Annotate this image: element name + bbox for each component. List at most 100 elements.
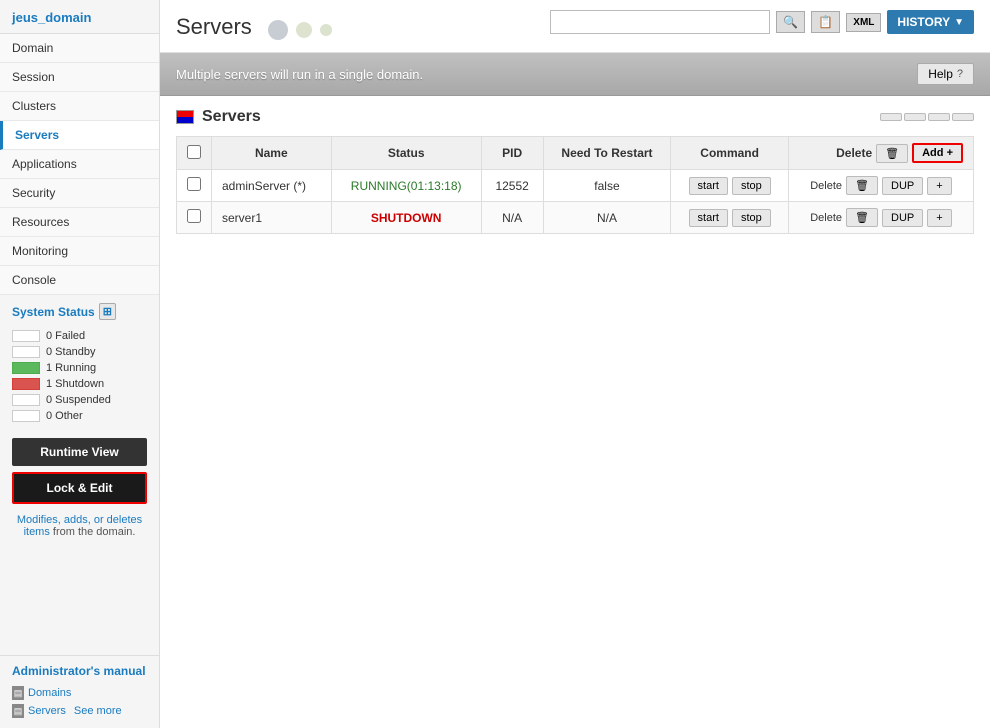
th-status: Status	[331, 137, 481, 170]
status-bar-failed	[12, 330, 40, 342]
system-status-panel: 0 Failed 0 Standby 1 Running 1 Shutdown …	[0, 324, 159, 428]
doc-icon-servers: ▤	[12, 704, 24, 718]
status-bar-standby	[12, 346, 40, 358]
system-status-title: System Status ⊞	[0, 295, 159, 324]
row1-command: start stop	[671, 170, 789, 202]
decorative-circle-2	[296, 22, 312, 38]
servers-header: Servers	[176, 108, 974, 126]
table-row: server1 SHUTDOWN N/A N/A start stop	[177, 202, 974, 234]
sidebar-actions: Runtime View Lock & Edit	[0, 428, 159, 514]
row2-checkbox-cell	[177, 202, 212, 234]
status-bar-running	[12, 362, 40, 374]
status-bar-suspended	[12, 394, 40, 406]
sidebar-nav-session[interactable]: Session	[0, 63, 159, 92]
decorative-circle-3	[320, 24, 332, 36]
select-all-checkbox[interactable]	[187, 145, 201, 159]
servers-section: Servers Name Status PID Need To R	[160, 96, 990, 246]
search-input[interactable]	[550, 10, 770, 34]
servers-section-title: Servers	[176, 108, 261, 126]
export-button[interactable]: 📋	[811, 11, 840, 33]
status-suspended: 0 Suspended	[12, 392, 147, 408]
server-flag-icon	[176, 110, 194, 124]
sidebar-nav-applications[interactable]: Applications	[0, 150, 159, 179]
row2-need-restart: N/A	[543, 202, 671, 234]
row2-dup-button[interactable]: DUP	[882, 209, 923, 227]
th-checkbox	[177, 137, 212, 170]
settings-icon[interactable]: ⊞	[99, 303, 116, 320]
status-failed: 0 Failed	[12, 328, 147, 344]
row2-delete-label: Delete	[810, 212, 842, 224]
sidebar-manual: Administrator's manual ▤ Domains ▤ Serve…	[0, 655, 159, 728]
row1-delete-label: Delete	[810, 180, 842, 192]
row2-actions: Delete 🗑 DUP +	[788, 202, 973, 234]
th-actions: Delete 🗑 Add +	[788, 137, 973, 170]
th-pid: PID	[481, 137, 543, 170]
row2-status: SHUTDOWN	[331, 202, 481, 234]
status-bar-shutdown	[12, 378, 40, 390]
runtime-view-button[interactable]: Runtime View	[12, 438, 147, 466]
page-title: Servers	[176, 6, 252, 48]
row1-checkbox-cell	[177, 170, 212, 202]
doc-icon-domains: ▤	[12, 686, 24, 700]
sidebar-nav-console[interactable]: Console	[0, 266, 159, 295]
manual-link-domains: ▤ Domains	[12, 684, 147, 702]
info-banner: Multiple servers will run in a single do…	[160, 53, 990, 96]
help-icon: ?	[957, 68, 963, 80]
table-row: adminServer (*) RUNNING(01:13:18) 12552 …	[177, 170, 974, 202]
sidebar-nav-clusters[interactable]: Clusters	[0, 92, 159, 121]
row1-checkbox[interactable]	[187, 177, 201, 191]
sidebar-nav-domain[interactable]: Domain	[0, 34, 159, 63]
status-shutdown: 1 Shutdown	[12, 376, 147, 392]
chevron-down-icon: ▼	[954, 17, 964, 28]
no-group-button[interactable]	[880, 113, 902, 121]
status-other: 0 Other	[12, 408, 147, 424]
status-running: 1 Running	[12, 360, 147, 376]
group-button[interactable]	[928, 113, 950, 121]
help-button[interactable]: Help ?	[917, 63, 974, 85]
row1-actions: Delete 🗑 DUP +	[788, 170, 973, 202]
row1-add-button[interactable]: +	[927, 177, 951, 195]
row1-start-button[interactable]: start	[689, 177, 728, 195]
row1-dup-button[interactable]: DUP	[882, 177, 923, 195]
sidebar-nav-resources[interactable]: Resources	[0, 208, 159, 237]
servers-table: Name Status PID Need To Restart Command …	[176, 136, 974, 234]
th-add-button[interactable]: Add +	[912, 143, 963, 163]
row2-command: start stop	[671, 202, 789, 234]
group-buttons	[880, 113, 974, 121]
xml-button[interactable]: XML	[846, 13, 881, 32]
history-button[interactable]: HISTORY ▼	[887, 10, 974, 34]
sidebar-nav-servers[interactable]: Servers	[0, 121, 159, 150]
search-button[interactable]: 🔍	[776, 11, 805, 33]
th-delete-button[interactable]: 🗑	[876, 144, 908, 163]
row1-pid: 12552	[481, 170, 543, 202]
th-need-restart: Need To Restart	[543, 137, 671, 170]
status-standby: 0 Standby	[12, 344, 147, 360]
cluster-button[interactable]	[952, 113, 974, 121]
sidebar-desc: Modifies, adds, or deletes items from th…	[0, 514, 159, 546]
lock-edit-button[interactable]: Lock & Edit	[12, 472, 147, 504]
th-command: Command	[671, 137, 789, 170]
row1-stop-button[interactable]: stop	[732, 177, 771, 195]
row1-delete-button[interactable]: 🗑	[846, 176, 878, 195]
row2-pid: N/A	[481, 202, 543, 234]
decorative-circle-1	[268, 20, 288, 40]
sidebar-nav-security[interactable]: Security	[0, 179, 159, 208]
row2-delete-button[interactable]: 🗑	[846, 208, 878, 227]
row1-name: adminServer (*)	[212, 170, 332, 202]
sidebar-domain[interactable]: jeus_domain	[0, 0, 159, 34]
status-bar-other	[12, 410, 40, 422]
info-text: Multiple servers will run in a single do…	[176, 67, 423, 82]
row1-status: RUNNING(01:13:18)	[331, 170, 481, 202]
row1-need-restart: false	[543, 170, 671, 202]
row2-checkbox[interactable]	[187, 209, 201, 223]
sidebar: jeus_domain Domain Session Clusters Serv…	[0, 0, 160, 728]
row2-add-button[interactable]: +	[927, 209, 951, 227]
plus-icon: +	[947, 147, 953, 159]
main-content: Servers 🔍 📋 XML HISTORY ▼	[160, 0, 990, 728]
row2-start-button[interactable]: start	[689, 209, 728, 227]
th-name: Name	[212, 137, 332, 170]
sidebar-nav-monitoring[interactable]: Monitoring	[0, 237, 159, 266]
see-more-link[interactable]: See more	[74, 705, 122, 717]
node-button[interactable]	[904, 113, 926, 121]
row2-stop-button[interactable]: stop	[732, 209, 771, 227]
